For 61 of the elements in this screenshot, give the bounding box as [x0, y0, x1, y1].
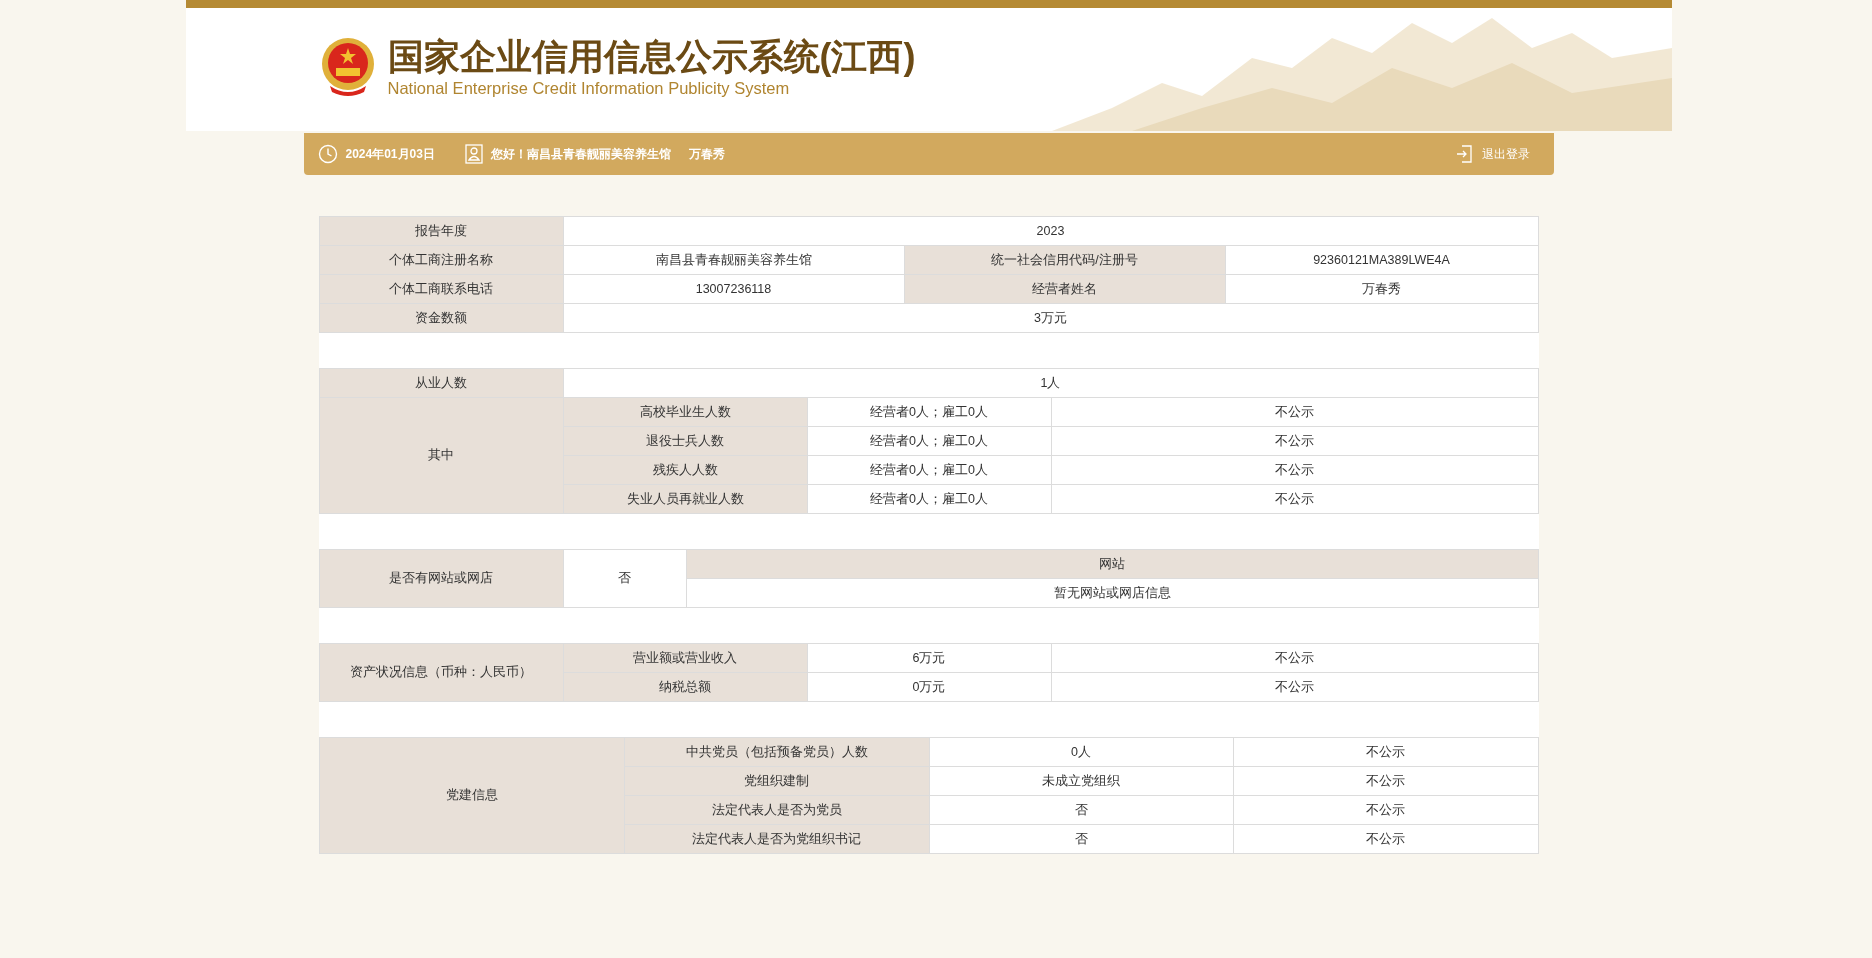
- clock-icon: [317, 144, 338, 164]
- field-label: 失业人员再就业人数: [563, 484, 807, 514]
- field-value: 2023: [563, 216, 1538, 246]
- field-label: 资产状况信息（币种：人民币）: [319, 643, 563, 702]
- field-label: 营业额或营业收入: [563, 643, 807, 673]
- field-value: 3万元: [563, 303, 1538, 333]
- field-label: 从业人数: [319, 368, 563, 398]
- field-value: 未成立党组织: [929, 766, 1233, 796]
- field-value: 13007236118: [563, 274, 904, 304]
- field-value: 不公示: [1051, 426, 1539, 456]
- field-value: 经营者0人；雇工0人: [807, 426, 1051, 456]
- field-label: 个体工商联系电话: [319, 274, 563, 304]
- field-label: 法定代表人是否为党员: [624, 795, 929, 825]
- field-label: 其中: [319, 397, 563, 514]
- greeting-text: 您好！南昌县青春靓丽美容养生馆: [490, 145, 671, 163]
- logout-icon: [1455, 145, 1472, 163]
- field-label: 党建信息: [319, 737, 624, 854]
- field-label: 残疾人人数: [563, 455, 807, 485]
- field-label: 经营者姓名: [904, 274, 1225, 304]
- site-subtitle: National Enterprise Credit Information Publicity System: [387, 77, 791, 98]
- field-value: 否: [929, 824, 1233, 854]
- field-value: 不公示: [1051, 397, 1539, 427]
- field-label: 网站: [686, 549, 1538, 579]
- field-value: 经营者0人；雇工0人: [807, 397, 1051, 427]
- field-value: 经营者0人；雇工0人: [807, 455, 1051, 485]
- field-value: 万春秀: [1225, 274, 1538, 304]
- field-label: 个体工商注册名称: [319, 245, 563, 275]
- field-value: 不公示: [1233, 737, 1538, 767]
- field-value: 否: [563, 549, 686, 608]
- field-label: 统一社会信用代码/注册号: [904, 245, 1225, 275]
- field-label: 报告年度: [319, 216, 563, 246]
- field-value: 否: [929, 795, 1233, 825]
- field-label: 中共党员（包括预备党员）人数: [624, 737, 929, 767]
- field-label: 党组织建制: [624, 766, 929, 796]
- field-value: 92360121MA389LWE4A: [1225, 245, 1538, 275]
- field-value: 不公示: [1233, 824, 1538, 854]
- logout-link[interactable]: 退出登录: [1455, 145, 1530, 163]
- field-value: 0万元: [807, 672, 1051, 702]
- field-value: 1人: [563, 368, 1539, 398]
- field-value: 0人: [929, 737, 1233, 767]
- field-label: 纳税总额: [563, 672, 807, 702]
- field-label: 法定代表人是否为党组织书记: [624, 824, 929, 854]
- field-label: 退役士兵人数: [563, 426, 807, 456]
- field-value: 不公示: [1051, 643, 1538, 673]
- date-text: 2024年01月03日: [345, 145, 435, 163]
- field-value: 南昌县青春靓丽美容养生馆: [563, 245, 904, 275]
- field-label: 是否有网站或网店: [319, 549, 563, 608]
- field-value: 不公示: [1051, 455, 1539, 485]
- field-label: 高校毕业生人数: [563, 397, 807, 427]
- field-value: 不公示: [1233, 766, 1538, 796]
- field-value: 不公示: [1051, 484, 1539, 514]
- field-value: 不公示: [1233, 795, 1538, 825]
- field-value: 经营者0人；雇工0人: [807, 484, 1051, 514]
- field-label: 资金数额: [319, 303, 563, 333]
- person-icon: [464, 144, 483, 164]
- field-value: 暂无网站或网店信息: [686, 578, 1538, 608]
- site-title: 国家企业信用信息公示系统(江西): [387, 35, 916, 78]
- emblem-icon: [319, 35, 376, 98]
- field-value: 6万元: [807, 643, 1051, 673]
- user-name: 万春秀: [688, 145, 725, 163]
- field-value: 不公示: [1051, 672, 1538, 702]
